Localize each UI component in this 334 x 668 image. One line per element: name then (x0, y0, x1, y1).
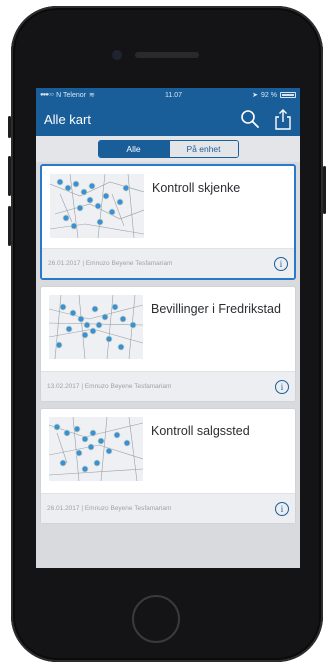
app-screen: ●●●○○ N Telenor ≋ 11.07 ➤ 92 % Alle kart (36, 88, 300, 568)
front-camera (112, 50, 122, 60)
clock: 11.07 (165, 91, 182, 99)
map-footer: 26.01.2017 | Emnuzo Beyene Tesfamariam i (42, 248, 294, 278)
map-footer: 26.01.2017 | Emnuzo Beyene Tesfamariam i (41, 493, 295, 523)
map-meta: 13.02.2017 | Emnuzo Beyene Tesfamariam (47, 383, 172, 390)
segmented-control: Alle På enhet (97, 140, 239, 158)
info-icon[interactable]: i (275, 501, 289, 516)
battery-icon (280, 92, 296, 98)
info-icon[interactable]: i (275, 379, 289, 394)
earpiece-speaker (135, 52, 199, 58)
map-card-3[interactable]: Kontroll salgssted 26.01.2017 | Emnuzo B… (40, 408, 296, 524)
map-card-1[interactable]: Kontroll skjenke 26.01.2017 | Emnuzo Bey… (40, 164, 296, 280)
map-thumbnail (50, 174, 144, 238)
home-button[interactable] (132, 595, 180, 643)
status-bar: ●●●○○ N Telenor ≋ 11.07 ➤ 92 % (36, 88, 300, 102)
power-button (323, 166, 326, 214)
signal-icon: ●●●○○ (40, 92, 54, 98)
location-icon: ➤ (252, 92, 259, 99)
search-icon[interactable] (240, 109, 260, 129)
wifi-icon: ≋ (88, 92, 95, 99)
map-meta: 26.01.2017 | Emnuzo Beyene Tesfamariam (48, 260, 173, 267)
mute-switch (8, 116, 11, 138)
filter-segment-bar: Alle På enhet (36, 136, 300, 162)
map-thumbnail (49, 295, 143, 359)
map-title: Kontroll salgssted (151, 424, 250, 438)
map-card-2[interactable]: Bevillinger i Fredrikstad 13.02.2017 | E… (40, 286, 296, 402)
page-title: Alle kart (44, 111, 91, 127)
map-footer: 13.02.2017 | Emnuzo Beyene Tesfamariam i (41, 371, 295, 401)
volume-down-button (8, 206, 11, 246)
map-meta: 26.01.2017 | Emnuzo Beyene Tesfamariam (47, 505, 172, 512)
map-thumbnail (49, 417, 143, 481)
map-title: Bevillinger i Fredrikstad (151, 302, 281, 316)
segment-on-device[interactable]: På enhet (168, 141, 238, 157)
navigation-bar: Alle kart (36, 102, 300, 136)
share-icon[interactable] (274, 108, 292, 130)
carrier-label: N Telenor (56, 91, 86, 99)
info-icon[interactable]: i (274, 256, 288, 271)
map-title: Kontroll skjenke (152, 181, 241, 195)
segment-all[interactable]: Alle (98, 141, 169, 157)
battery-percent: 92 % (261, 91, 277, 99)
volume-up-button (8, 156, 11, 196)
